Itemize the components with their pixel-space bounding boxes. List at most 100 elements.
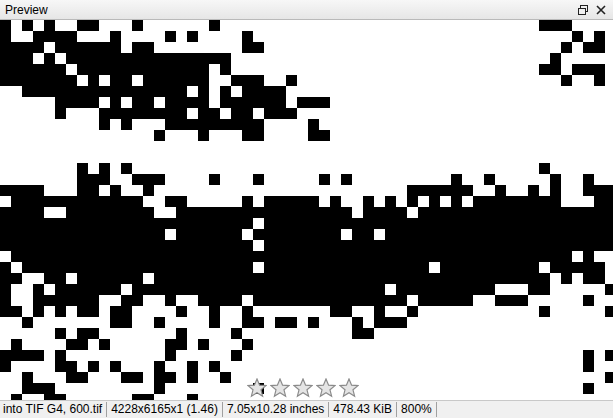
pixel (396, 295, 407, 306)
pixel (374, 240, 385, 251)
pixel (0, 295, 11, 306)
pixel (132, 174, 143, 185)
pixel (44, 251, 55, 262)
pixel (550, 20, 561, 31)
pixel (0, 262, 11, 273)
pixel (275, 196, 286, 207)
close-icon[interactable] (595, 4, 607, 16)
pixel (121, 262, 132, 273)
pixel (363, 284, 374, 295)
pixel (132, 53, 143, 64)
image-view[interactable] (0, 20, 613, 400)
pixel (33, 295, 44, 306)
pixel (407, 229, 418, 240)
pixel (407, 218, 418, 229)
pixel (154, 361, 165, 372)
pixel (440, 295, 451, 306)
pixel (264, 207, 275, 218)
pixel (319, 251, 330, 262)
pixel (374, 317, 385, 328)
pixel (165, 240, 176, 251)
star-icon[interactable] (316, 378, 336, 398)
star-icon[interactable] (247, 378, 267, 398)
pixel (11, 42, 22, 53)
pixel (242, 218, 253, 229)
pixel (88, 284, 99, 295)
pixel (242, 284, 253, 295)
pixel (605, 372, 613, 383)
pixel (33, 75, 44, 86)
title-bar: Preview (0, 0, 613, 20)
pixel (110, 218, 121, 229)
star-icon[interactable] (270, 378, 290, 398)
pixel (132, 207, 143, 218)
pixel (462, 229, 473, 240)
star-icon[interactable] (339, 378, 359, 398)
pixel (429, 207, 440, 218)
pixel (77, 53, 88, 64)
pixel (121, 251, 132, 262)
pixel (176, 240, 187, 251)
pixel (451, 207, 462, 218)
pixel (143, 240, 154, 251)
pixel (110, 262, 121, 273)
pixel (220, 295, 231, 306)
pixel (187, 64, 198, 75)
pixel (473, 240, 484, 251)
pixel (583, 229, 594, 240)
pixel (44, 229, 55, 240)
pixel (561, 240, 572, 251)
status-item: into TIF G4, 600.tif (0, 402, 107, 417)
pixel (176, 75, 187, 86)
pixel (418, 284, 429, 295)
pixel (297, 218, 308, 229)
pixel (209, 108, 220, 119)
pixel (539, 240, 550, 251)
pixel (308, 119, 319, 130)
pixel (44, 86, 55, 97)
pixel (88, 42, 99, 53)
pixel (440, 240, 451, 251)
pixel (561, 229, 572, 240)
pixel (44, 218, 55, 229)
pixel (462, 295, 473, 306)
pixel (55, 97, 66, 108)
pixel (165, 284, 176, 295)
pixel (264, 196, 275, 207)
pixel (308, 262, 319, 273)
pixel (77, 218, 88, 229)
pixel (572, 207, 583, 218)
pixel (242, 339, 253, 350)
pixel (517, 218, 528, 229)
pixel (187, 207, 198, 218)
pixel (429, 251, 440, 262)
pixel (88, 361, 99, 372)
pixel (506, 273, 517, 284)
pixel (22, 196, 33, 207)
pixel (319, 218, 330, 229)
pixel (264, 86, 275, 97)
restore-icon[interactable] (577, 4, 589, 16)
star-icon[interactable] (293, 378, 313, 398)
status-bar: into TIF G4, 600.tif4228x6165x1 (1.46)7.… (0, 400, 613, 418)
pixel (297, 262, 308, 273)
pixel (286, 108, 297, 119)
pixel (176, 328, 187, 339)
pixel (154, 64, 165, 75)
pixel (484, 284, 495, 295)
pixel (198, 119, 209, 130)
pixel (132, 273, 143, 284)
pixel (44, 295, 55, 306)
pixel (561, 251, 572, 262)
pixel (176, 53, 187, 64)
pixel (418, 218, 429, 229)
pixel (165, 339, 176, 350)
pixel (22, 207, 33, 218)
pixel (253, 130, 264, 141)
pixel (352, 229, 363, 240)
pixel (528, 273, 539, 284)
pixel (187, 273, 198, 284)
pixel (198, 284, 209, 295)
pixel (11, 273, 22, 284)
star-rating[interactable] (247, 378, 359, 398)
